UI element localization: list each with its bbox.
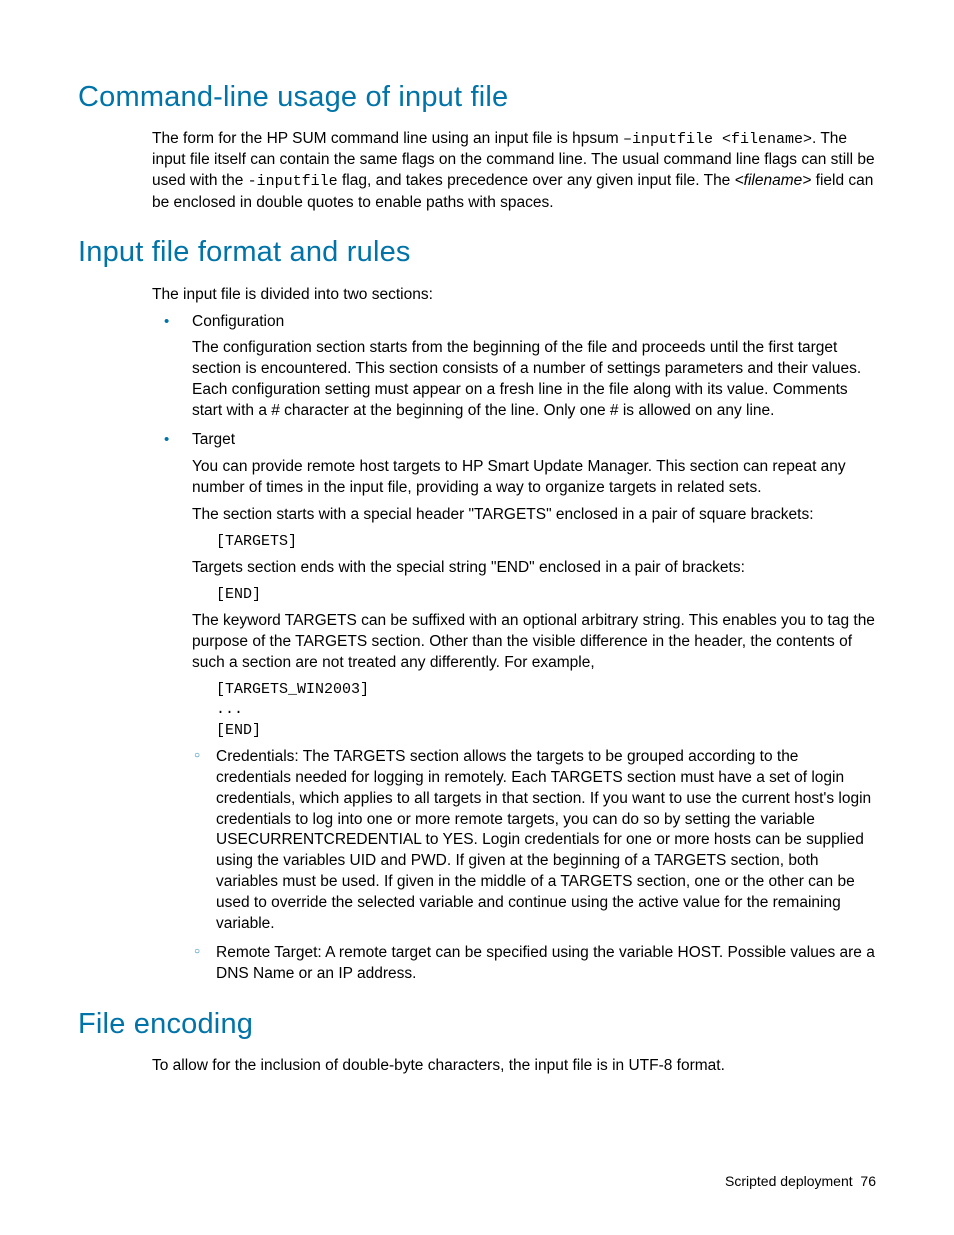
code-block: [TARGETS]: [216, 532, 876, 552]
page-footer: Scripted deployment 76: [725, 1172, 876, 1191]
filename-placeholder: <filename>: [735, 172, 812, 189]
paragraph: The keyword TARGETS can be suffixed with…: [192, 611, 876, 674]
sub-list-item-remote-target: Remote Target: A remote target can be sp…: [192, 943, 876, 985]
paragraph: Targets section ends with the special st…: [192, 558, 876, 579]
inline-code: –inputfile <filename>: [623, 131, 812, 148]
paragraph: The section starts with a special header…: [192, 505, 876, 526]
section-input-format: Input file format and rules The input fi…: [78, 233, 876, 984]
intro-text: The input file is divided into two secti…: [152, 285, 876, 306]
text: flag, and takes precedence over any give…: [338, 172, 735, 189]
section-file-encoding: File encoding To allow for the inclusion…: [78, 1005, 876, 1077]
body-cli-usage: The form for the HP SUM command line usi…: [152, 129, 876, 213]
paragraph: To allow for the inclusion of double-byt…: [152, 1056, 876, 1077]
paragraph: You can provide remote host targets to H…: [192, 457, 876, 499]
list-item-configuration: Configuration The configuration section …: [152, 312, 876, 423]
page-content: Command-line usage of input file The for…: [0, 0, 954, 1077]
heading-file-encoding: File encoding: [78, 1005, 876, 1044]
footer-page-number: 76: [860, 1173, 876, 1189]
body-input-format: The input file is divided into two secti…: [152, 285, 876, 985]
section-list: Configuration The configuration section …: [152, 312, 876, 985]
sub-list: Credentials: The TARGETS section allows …: [192, 747, 876, 985]
code-block: [END]: [216, 585, 876, 605]
footer-label: Scripted deployment: [725, 1173, 853, 1189]
list-item-title: Target: [192, 431, 235, 448]
sub-list-item-credentials: Credentials: The TARGETS section allows …: [192, 747, 876, 935]
section-cli-usage: Command-line usage of input file The for…: [78, 78, 876, 213]
text: The form for the HP SUM command line usi…: [152, 130, 623, 147]
paragraph: The form for the HP SUM command line usi…: [152, 129, 876, 213]
heading-cli-usage: Command-line usage of input file: [78, 78, 876, 117]
code-block: [TARGETS_WIN2003] ... [END]: [216, 680, 876, 741]
inline-code: -inputfile: [248, 173, 338, 190]
list-item-target: Target You can provide remote host targe…: [152, 430, 876, 985]
list-item-body: The configuration section starts from th…: [192, 338, 876, 422]
list-item-title: Configuration: [192, 313, 284, 330]
heading-input-format: Input file format and rules: [78, 233, 876, 272]
body-file-encoding: To allow for the inclusion of double-byt…: [152, 1056, 876, 1077]
